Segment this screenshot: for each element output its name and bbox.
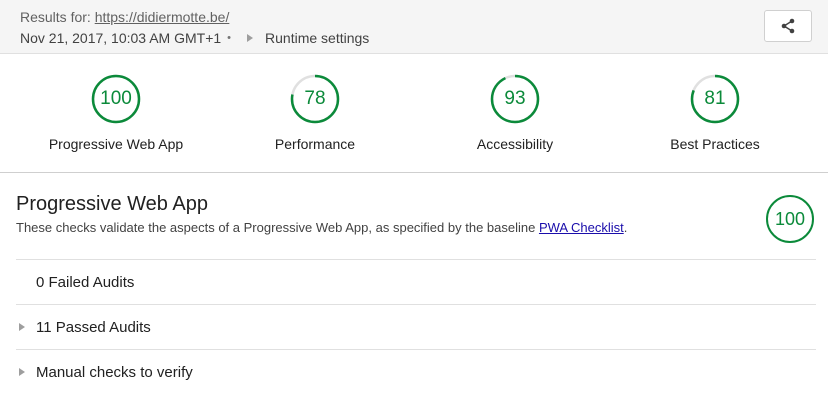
results-url-link[interactable]: https://didiermotte.be/ <box>95 9 230 25</box>
timestamp: Nov 21, 2017, 10:03 AM GMT+1 <box>20 30 222 46</box>
category-description: These checks validate the aspects of a P… <box>16 220 627 235</box>
share-icon <box>781 18 795 34</box>
description-suffix: . <box>623 220 628 235</box>
failed-audits-group: 0 Failed Audits <box>16 259 816 304</box>
gauge-accessibility[interactable]: 93 Accessibility <box>415 73 615 152</box>
gauge-value: 81 <box>704 88 726 109</box>
pwa-checklist-link[interactable]: PWA Checklist <box>539 220 624 235</box>
category-score-value: 100 <box>774 209 806 229</box>
share-button[interactable] <box>764 10 812 42</box>
manual-checks-group[interactable]: Manual checks to verify <box>16 349 816 394</box>
category-title: Progressive Web App <box>16 193 208 215</box>
gauge-label: Best Practices <box>670 136 760 152</box>
results-line: Results for: https://didiermotte.be/ <box>20 9 229 25</box>
audit-group-label: 0 Failed Audits <box>36 273 135 291</box>
expand-triangle-icon[interactable] <box>247 34 254 42</box>
separator-dot: • <box>227 32 232 44</box>
expand-caret-icon[interactable] <box>19 368 25 376</box>
description-text: These checks validate the aspects of a P… <box>16 220 539 235</box>
meta-line: Nov 21, 2017, 10:03 AM GMT+1 • Runtime s… <box>20 30 369 46</box>
report-header: Results for: https://didiermotte.be/ Nov… <box>0 0 828 54</box>
gauge-value: 78 <box>304 88 326 109</box>
gauge-pwa[interactable]: 100 Progressive Web App <box>16 73 216 152</box>
gauge-label: Progressive Web App <box>48 136 184 152</box>
results-prefix: Results for: <box>20 9 95 25</box>
audit-group-label[interactable]: Manual checks to verify <box>36 364 193 381</box>
gauge-value: 100 <box>100 88 132 109</box>
gauge-best-practices[interactable]: 81 Best Practices <box>615 73 815 152</box>
gauge-label: Performance <box>274 136 356 152</box>
audit-group-label[interactable]: 11 Passed Audits <box>36 319 151 336</box>
expand-caret-icon[interactable] <box>19 323 25 331</box>
gauge-label: Accessibility <box>476 136 554 152</box>
gauge-performance[interactable]: 78 Performance <box>215 73 415 152</box>
gauge-value: 93 <box>504 88 526 109</box>
score-gauges: 100 Progressive Web App 78 Performance 9… <box>0 55 828 173</box>
runtime-settings-toggle[interactable]: Runtime settings <box>265 30 369 46</box>
passed-audits-group[interactable]: 11 Passed Audits <box>16 304 816 349</box>
